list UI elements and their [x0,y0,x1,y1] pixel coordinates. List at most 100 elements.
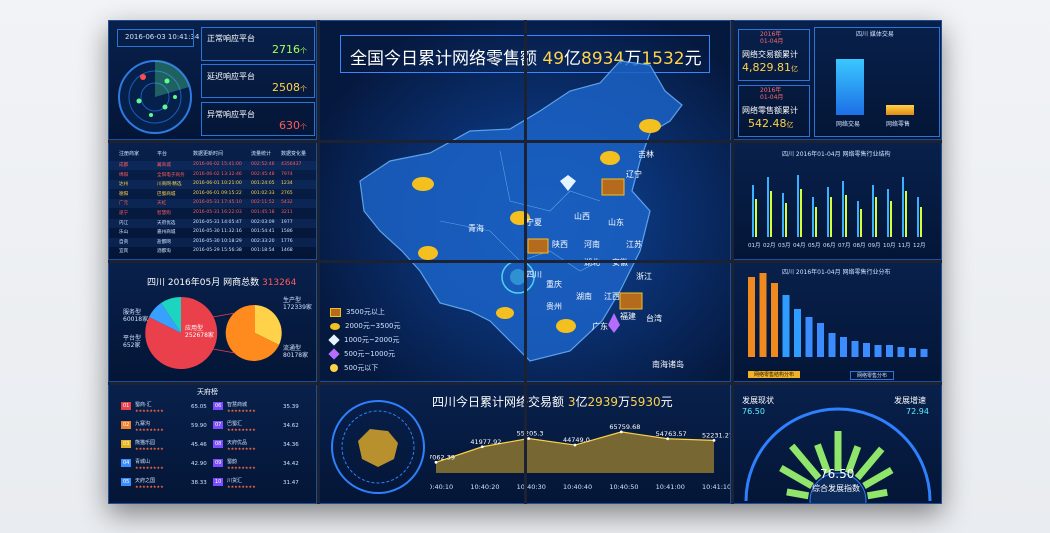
table-header-cell: 流量统计 [251,151,272,157]
month-label: 12月 [913,242,926,249]
rank-badge: 01 [121,402,132,410]
table-cell: 2016-05-31 14:05:47 [193,219,242,225]
ranking-item[interactable]: 08 天府优品 ★★★★★★★★ 34.36 [213,439,305,453]
ranking-item[interactable]: 10 川货汇 ★★★★★★★★ 31.47 [213,477,305,491]
month-label: 06月 [823,242,836,249]
table-row[interactable]: 自贡 盐都网 2016-05-30 10:18:29 002:33:20 1776 [109,237,316,247]
table-cell: 001:45:18 [251,210,275,215]
table-row[interactable]: 遂宁 智慧购 2016-05-31 16:22:03 001:45:18 3211 [109,209,316,218]
radar-icon [118,60,192,134]
province-label: 辽宁 [626,170,642,179]
normal-label: 正常响应平台 [207,34,255,43]
province-label: 山东 [608,218,624,227]
tab-distribution[interactable]: 网络零售分布 [850,371,895,380]
table-cell: 翼商城 [157,163,171,168]
month-bar [890,201,892,237]
distribution-bar [771,283,778,357]
area-point [480,445,484,449]
pie-label-value: 252678家 [185,332,214,339]
pie-label-value: 80178家 [283,352,309,359]
legend-label: 1000元~2000元 [344,336,400,344]
table-cell: 2016-06-01 10:21:00 [193,181,242,187]
province-label: 湖南 [576,292,592,301]
area-data-label: 52231.27 [702,431,730,439]
trade-yi-unit: 亿 [575,395,588,409]
distribution-bar [851,341,859,357]
rank-score: 38.33 [191,480,207,486]
table-cell: 7974 [281,171,293,177]
table-cell: 001:54:41 [251,229,275,235]
delay-value: 2508 [272,81,300,94]
pie-label-value: 60018家 [123,316,149,323]
table-row[interactable]: 宜宾 酒都淘 2016-05-29 15:56:38 001:18:54 1468 [109,247,316,256]
table-cell: 智慧购 [157,211,171,216]
month-label: 04月 [793,242,806,249]
distribution-bar-chart [748,273,928,357]
distribution-bar [759,273,767,357]
rank-score: 34.42 [283,461,299,467]
province-label: 重庆 [546,280,562,289]
table-cell: 001:24:05 [251,181,275,187]
rank-score: 65.05 [191,404,207,410]
month-label: 07月 [838,242,851,249]
table-row[interactable]: 达州 川商网·精选 2016-06-01 10:21:00 001:24:05 1234 [109,180,316,190]
rating-stars-icon: ★★★★★★★★ [227,427,256,432]
rank-score: 34.36 [283,442,299,448]
trade-area-chart: 17062.39 10:40:10 41977.92 10:40:20 55205.3 1… [430,423,730,491]
rank-score: 42.90 [191,461,207,467]
distribution-bar [805,317,813,357]
area-point [573,443,577,447]
table-row[interactable]: 绵阳 全阳电子商务 2016-06-02 13:32:46 002:45:48 7974 [109,171,316,180]
month-bar [797,175,799,237]
table-row[interactable]: 成都 翼商城 2016-06-02 15:41:00 002:52:46 4356437 [109,161,316,170]
area-x-tick: 10:40:30 [517,483,546,491]
error-value: 630 [279,119,300,132]
rank-name: 青城山 [135,459,151,465]
ranking-item[interactable]: 01 蜀商·汇 ★★★★★★★★ 65.05 [121,401,213,415]
rating-stars-icon: ★★★★★★★★ [135,465,164,470]
table-cell: 川商网·精选 [157,182,182,188]
table-cell: 绵阳 [119,172,129,178]
table-row[interactable]: 德阳 巴蜀商城 2016-06-01 09:15:22 001:02:33 2765 [109,190,316,199]
rank-name: 蜀商·汇 [135,402,152,408]
trade-yuan: 5930 [630,395,661,409]
trade-yuan-unit: 元 [660,395,673,409]
tab-structure[interactable]: 网络零售结构分布 [748,371,801,378]
table-row[interactable]: 乐山 嘉州商城 2016-05-30 11:32:16 001:54:41 1586 [109,228,316,237]
province-label: 福建 [620,312,636,321]
ranking-item[interactable]: 04 青城山 ★★★★★★★★ 42.90 [121,458,213,472]
table-cell: 2765 [281,190,293,196]
rating-stars-icon: ★★★★★★★★ [227,465,256,470]
area-data-label: 41977.92 [470,438,501,446]
ranking-item[interactable]: 09 蜀韵 ★★★★★★★★ 34.42 [213,458,305,472]
legend-label: 500元~1000元 [344,350,396,358]
ranking-item[interactable]: 07 巴蜀汇 ★★★★★★★★ 34.62 [213,420,305,434]
coins-icon [330,322,340,330]
gauge-spoke [786,488,810,500]
table-row[interactable]: 内江 天府优选 2016-05-31 14:05:47 002:03:09 1977 [109,218,316,228]
pie-label-name: 服务型 [123,309,142,316]
month-bar [752,185,754,237]
trade-wan: 2939 [587,395,619,409]
month-bar [830,197,832,237]
month-bar [755,199,757,237]
ranking-item[interactable]: 03 熊猫乐园 ★★★★★★★★ 45.46 [121,439,213,453]
bar-trade [836,59,864,115]
table-cell: 自贡 [119,239,129,245]
ranking-item[interactable]: 02 九寨沟 ★★★★★★★★ 59.90 [121,420,213,434]
rank-name: 蜀韵 [227,459,238,465]
month-label: 05月 [808,242,821,249]
ranking-item[interactable]: 06 智慧商城 ★★★★★★★★ 35.39 [213,401,305,415]
area-point [666,437,670,441]
month-label: 08月 [853,242,866,249]
chest-icon [330,307,341,317]
ranking-item[interactable]: 05 天府之国 ★★★★★★★★ 38.33 [121,477,213,491]
month-bar [902,177,904,237]
province-label: 宁夏 [526,218,542,227]
province-label: 江西 [604,292,620,301]
table-cell: 广元 [119,201,129,207]
table-row[interactable]: 广元 天虹 2016-05-31 17:45:10 002:11:52 5432 [109,199,316,209]
area-x-tick: 10:40:20 [470,483,499,491]
distribution-bar [863,343,870,357]
rating-stars-icon: ★★★★★★★★ [227,446,256,451]
